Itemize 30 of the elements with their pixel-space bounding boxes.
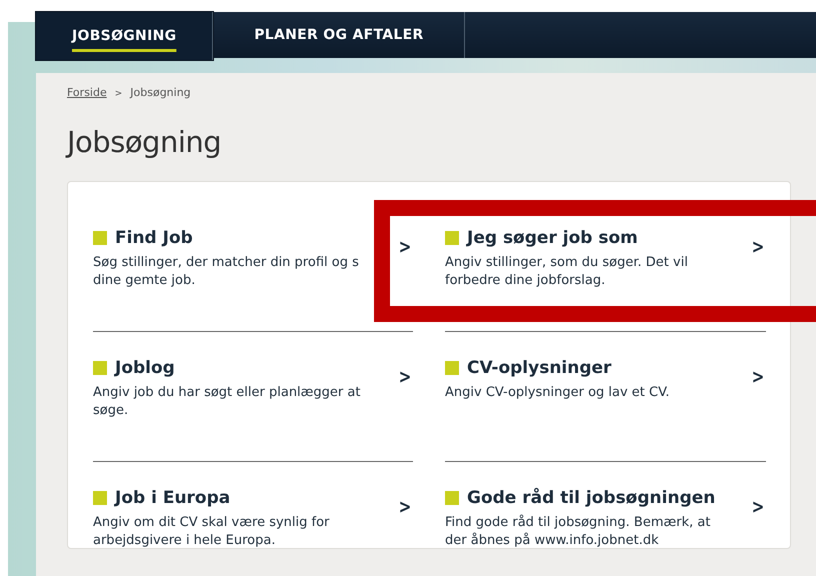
square-icon: [93, 491, 107, 505]
nav-tab[interactable]: PLANER OG AFTALER: [213, 12, 466, 58]
square-icon: [445, 231, 459, 245]
square-icon: [445, 361, 459, 375]
item-description: Find gode råd til jobsøgning. Bemærk, at der åbnes på www.info.jobnet.dk: [445, 514, 712, 550]
page-title: Jobsøgning: [67, 125, 222, 159]
chevron-icon[interactable]: >: [398, 496, 412, 518]
square-icon: [93, 231, 107, 245]
chevron-icon[interactable]: >: [398, 236, 412, 258]
chevron-icon[interactable]: >: [752, 236, 764, 258]
breadcrumb-link[interactable]: Forside: [67, 86, 107, 99]
breadcrumb-current: Jobsøgning: [130, 86, 191, 99]
item-link[interactable]: Gode råd til jobsøgningen: [467, 488, 716, 508]
item-link[interactable]: Jeg søger job som: [467, 228, 638, 248]
item-description: Søg stillinger, der matcher din profil og s dine gemte job.: [93, 254, 360, 290]
chevron-icon[interactable]: >: [752, 366, 764, 388]
breadcrumb-separator: >: [114, 89, 122, 99]
square-icon: [445, 491, 459, 505]
item-description: Angiv stillinger, som du søger. Det vil forbedre dine jobforslag.: [445, 254, 689, 290]
item-link[interactable]: CV-oplysninger: [467, 358, 612, 378]
square-icon: [93, 361, 107, 375]
nav-tab[interactable]: JOBSØGNING: [36, 12, 214, 60]
item-description: Angiv job du har søgt eller planlægger at søge.: [93, 384, 362, 420]
chevron-icon[interactable]: >: [752, 496, 764, 518]
item-description: Angiv om dit CV skal være synlig for arbejdsgivere i hele Europa.: [93, 514, 330, 550]
item-link[interactable]: Find Job: [115, 228, 193, 248]
item-link[interactable]: Job i Europa: [115, 488, 230, 508]
item-link[interactable]: Joblog: [115, 358, 175, 378]
chevron-icon[interactable]: >: [398, 366, 412, 388]
item-description: Angiv CV-oplysninger og lav et CV.: [445, 384, 670, 402]
